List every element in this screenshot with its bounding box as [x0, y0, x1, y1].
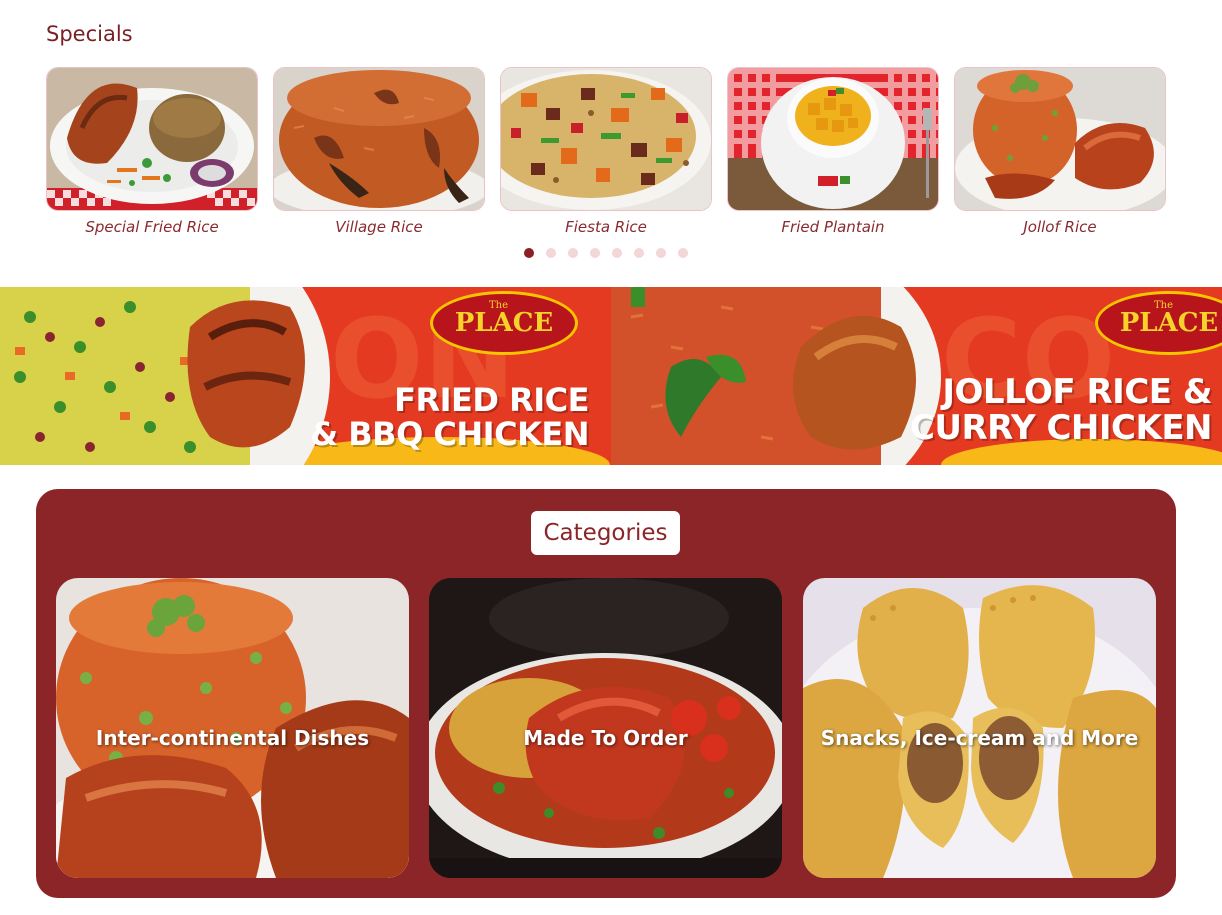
pagination-dot[interactable] [612, 248, 622, 258]
pagination-dot[interactable] [568, 248, 578, 258]
category-label[interactable]: Made To Order [429, 726, 782, 750]
categories-section: Categories Inter-continental Dishes Made… [36, 489, 1176, 898]
village-rice-photo[interactable] [273, 67, 485, 211]
special-card[interactable]: Special Fried Rice [46, 67, 258, 236]
category-card-made-to-order[interactable]: Made To Order [429, 578, 782, 878]
category-label[interactable]: Snacks, Ice-cream and More [803, 726, 1156, 750]
special-item-name[interactable]: Special Fried Rice [46, 218, 258, 236]
jollof-rice-photo[interactable] [954, 67, 1166, 211]
specials-title: Specials [46, 22, 133, 46]
category-card-intercontinental[interactable]: Inter-continental Dishes [56, 578, 409, 878]
pagination-dot[interactable] [546, 248, 556, 258]
pagination-dot[interactable] [656, 248, 666, 258]
special-card[interactable]: Fried Plantain [727, 67, 939, 236]
special-card[interactable]: Village Rice [273, 67, 485, 236]
pagination-dot[interactable] [524, 248, 534, 258]
carousel-pagination [524, 248, 688, 258]
promo-banner[interactable]: ON The PLACE FRIED RICE & BBQ CHICKEN CO [0, 287, 1222, 465]
promo-text: FRIED RICE & BBQ CHICKEN [310, 381, 589, 453]
categories-title: Categories [531, 511, 680, 555]
pagination-dot[interactable] [590, 248, 600, 258]
pagination-dot[interactable] [634, 248, 644, 258]
specials-carousel[interactable]: Special Fried Rice Village Rice Fiesta R… [46, 67, 1171, 242]
special-fried-rice-photo[interactable] [46, 67, 258, 211]
special-card[interactable]: Fiesta Rice [500, 67, 712, 236]
promo-jollof-rice[interactable]: CO The PLACE JOLLOF RICE & CURRY CHICKEN [611, 287, 1222, 465]
special-item-name[interactable]: Fiesta Rice [500, 218, 712, 236]
category-card-snacks[interactable]: Snacks, Ice-cream and More [803, 578, 1156, 878]
the-place-logo[interactable]: The PLACE [430, 291, 578, 355]
special-item-name[interactable]: Village Rice [273, 218, 485, 236]
promo-text: JOLLOF RICE & CURRY CHICKEN [909, 372, 1213, 448]
special-card[interactable]: Jollof Rice [954, 67, 1166, 236]
special-item-name[interactable]: Fried Plantain [727, 218, 939, 236]
special-item-name[interactable]: Jollof Rice [954, 218, 1166, 236]
pagination-dot[interactable] [678, 248, 688, 258]
category-label[interactable]: Inter-continental Dishes [56, 726, 409, 750]
fiesta-rice-photo[interactable] [500, 67, 712, 211]
fried-plantain-photo[interactable] [727, 67, 939, 211]
promo-fried-rice[interactable]: ON The PLACE FRIED RICE & BBQ CHICKEN [0, 287, 611, 465]
